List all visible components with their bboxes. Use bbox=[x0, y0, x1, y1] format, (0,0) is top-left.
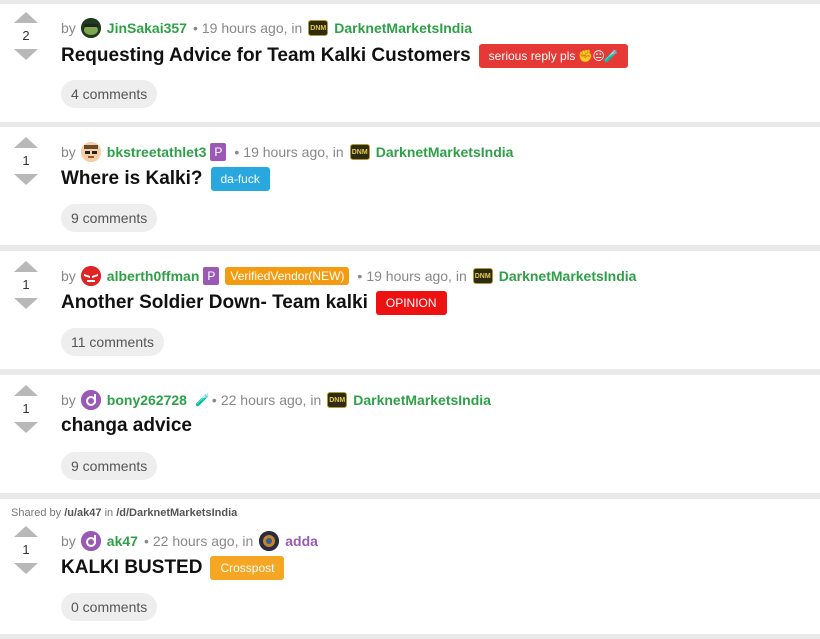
subforum-icon: DNM bbox=[327, 392, 348, 408]
separator-dot: • bbox=[143, 533, 149, 549]
subforum-avatar-icon bbox=[259, 531, 280, 551]
post-card: 2 by JinSakai357 • 19 hours ago, in DNM … bbox=[0, 4, 820, 122]
title-row: changa advice bbox=[61, 415, 200, 437]
downvote-arrow-icon[interactable] bbox=[14, 298, 38, 309]
title-row: Where is Kalki? da-fuck bbox=[61, 167, 270, 191]
upvote-arrow-icon[interactable] bbox=[14, 12, 38, 23]
post-card: 1 by bkstreetathlet3 P • 19 hours ago, i… bbox=[0, 127, 820, 245]
subforum-link[interactable]: DarknetMarketsIndia bbox=[376, 144, 514, 160]
shared-line: Shared by /u/ak47 in /d/DarknetMarketsIn… bbox=[11, 507, 237, 519]
user-avatar[interactable] bbox=[80, 266, 101, 286]
post-time: 22 hours ago, in bbox=[220, 392, 322, 408]
post-flair: Crosspost bbox=[210, 556, 285, 580]
upvote-arrow-icon[interactable] bbox=[14, 526, 38, 537]
title-row: KALKI BUSTED Crosspost bbox=[61, 556, 285, 580]
subforum-icon: DNM bbox=[349, 144, 370, 160]
username-link[interactable]: ak47 bbox=[107, 533, 138, 549]
post-meta: by alberth0ffman P VerifiedVendor(NEW) •… bbox=[61, 266, 636, 286]
by-label: by bbox=[61, 533, 76, 549]
post-meta: by JinSakai357 • 19 hours ago, in DNM Da… bbox=[61, 18, 472, 38]
post-flair: da-fuck bbox=[210, 167, 270, 191]
subforum-link[interactable]: DarknetMarketsIndia bbox=[334, 20, 472, 36]
comments-button[interactable]: 4 comments bbox=[61, 80, 158, 108]
post-time: 19 hours ago, in bbox=[366, 268, 467, 284]
post-flair: OPINION bbox=[375, 291, 447, 315]
user-avatar[interactable] bbox=[80, 18, 101, 38]
subforum-link[interactable]: DarknetMarketsIndia bbox=[353, 392, 491, 408]
title-row: Another Soldier Down- Team kalki OPINION bbox=[61, 291, 447, 315]
user-avatar[interactable] bbox=[80, 142, 101, 162]
username-link[interactable]: JinSakai357 bbox=[107, 20, 187, 36]
flair-emoji: ✊😐🧪 bbox=[578, 49, 618, 63]
shared-user-link[interactable]: /u/ak47 bbox=[64, 507, 101, 519]
comments-button[interactable]: 9 comments bbox=[61, 452, 158, 480]
by-label: by bbox=[61, 268, 76, 284]
downvote-arrow-icon[interactable] bbox=[14, 563, 38, 574]
shared-in: in bbox=[104, 507, 114, 519]
vote-widget: 1 bbox=[12, 261, 40, 309]
shared-prefix: Shared by bbox=[11, 507, 62, 519]
by-label: by bbox=[61, 144, 76, 160]
title-row: Requesting Advice for Team Kalki Custome… bbox=[61, 44, 628, 68]
subforum-link[interactable]: adda bbox=[285, 533, 318, 549]
flair-text: serious reply pls bbox=[488, 49, 576, 63]
score: 1 bbox=[22, 401, 30, 416]
test-tube-icon: 🧪 bbox=[194, 393, 210, 407]
post-time: 19 hours ago, in bbox=[201, 20, 303, 36]
post-title[interactable]: changa advice bbox=[61, 415, 192, 437]
by-label: by bbox=[61, 392, 76, 408]
username-link[interactable]: bkstreetathlet3 bbox=[107, 144, 207, 160]
vendor-badge: VerifiedVendor(NEW) bbox=[225, 267, 350, 285]
separator-dot: • bbox=[234, 144, 240, 160]
separator-dot: • bbox=[192, 20, 198, 36]
user-badge: P bbox=[210, 143, 227, 161]
post-meta: by bony262728 🧪 • 22 hours ago, in DNM D… bbox=[61, 390, 491, 410]
upvote-arrow-icon[interactable] bbox=[14, 137, 38, 148]
upvote-arrow-icon[interactable] bbox=[14, 261, 38, 272]
separator-dot: • bbox=[211, 392, 217, 408]
user-badge: P bbox=[203, 267, 220, 285]
score: 1 bbox=[22, 542, 30, 557]
vote-widget: 1 bbox=[12, 385, 40, 433]
by-label: by bbox=[61, 20, 76, 36]
vote-widget: 2 bbox=[12, 12, 40, 60]
post-title[interactable]: Requesting Advice for Team Kalki Custome… bbox=[61, 45, 471, 67]
post-meta: by ak47 • 22 hours ago, in adda bbox=[61, 531, 318, 551]
username-link[interactable]: alberth0ffman bbox=[107, 268, 200, 284]
post-card: 1 by alberth0ffman P VerifiedVendor(NEW)… bbox=[0, 251, 820, 369]
post-flair: serious reply pls ✊😐🧪 bbox=[478, 44, 628, 68]
vote-widget: 1 bbox=[12, 137, 40, 185]
comments-button[interactable]: 11 comments bbox=[61, 328, 164, 356]
score: 2 bbox=[22, 28, 30, 43]
post-title[interactable]: Where is Kalki? bbox=[61, 168, 203, 190]
upvote-arrow-icon[interactable] bbox=[14, 385, 38, 396]
comments-button[interactable]: 9 comments bbox=[61, 204, 158, 232]
downvote-arrow-icon[interactable] bbox=[14, 174, 38, 185]
post-time: 19 hours ago, in bbox=[243, 144, 344, 160]
shared-sub-link[interactable]: /d/DarknetMarketsIndia bbox=[116, 507, 237, 519]
downvote-arrow-icon[interactable] bbox=[14, 49, 38, 60]
username-link[interactable]: bony262728 bbox=[107, 392, 187, 408]
subforum-icon: DNM bbox=[308, 20, 329, 36]
vote-widget: 1 bbox=[12, 526, 40, 574]
post-time: 22 hours ago, in bbox=[152, 533, 254, 549]
post-card: Shared by /u/ak47 in /d/DarknetMarketsIn… bbox=[0, 499, 820, 634]
separator-dot: • bbox=[357, 268, 363, 284]
user-avatar[interactable] bbox=[80, 531, 101, 551]
subforum-icon: DNM bbox=[472, 268, 493, 284]
downvote-arrow-icon[interactable] bbox=[14, 422, 38, 433]
post-card: 1 by bony262728 🧪 • 22 hours ago, in DNM… bbox=[0, 375, 820, 493]
comments-button[interactable]: 0 comments bbox=[61, 593, 158, 621]
post-title[interactable]: KALKI BUSTED bbox=[61, 557, 202, 579]
score: 1 bbox=[22, 277, 30, 292]
post-title[interactable]: Another Soldier Down- Team kalki bbox=[61, 292, 368, 314]
user-avatar[interactable] bbox=[80, 390, 101, 410]
subforum-link[interactable]: DarknetMarketsIndia bbox=[499, 268, 637, 284]
score: 1 bbox=[22, 153, 30, 168]
post-meta: by bkstreetathlet3 P • 19 hours ago, in … bbox=[61, 142, 513, 162]
